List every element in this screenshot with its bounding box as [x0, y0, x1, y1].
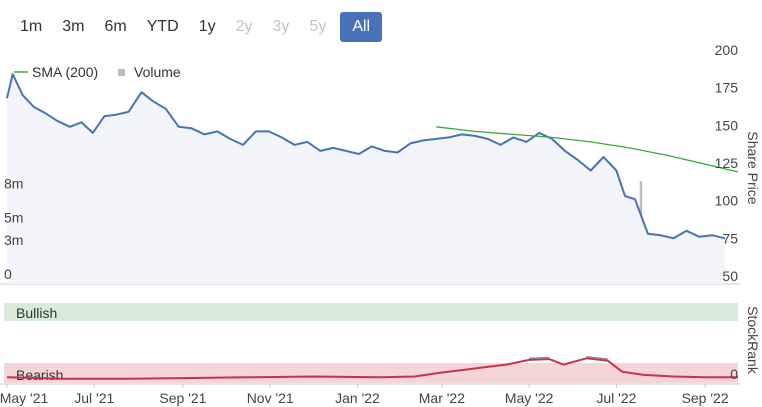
volume-tick-label: 3m	[4, 232, 23, 248]
volume-legend-icon	[118, 69, 125, 76]
stockrank-tick-label: 0	[730, 366, 738, 382]
price-tick-label: 175	[715, 80, 739, 96]
volume-tick-label: 0	[4, 266, 12, 282]
x-tick-label: Sep '22	[682, 390, 729, 406]
bullish-label: Bullish	[16, 305, 57, 321]
x-tick-label: May '21	[0, 390, 49, 406]
price-tick-label: 150	[715, 117, 739, 133]
price-panel	[0, 73, 740, 285]
price-tick-label: 75	[722, 230, 738, 246]
stockrank-axis-title: StockRank	[745, 306, 761, 375]
volume-legend-label: Volume	[134, 64, 181, 80]
price-area-fill	[7, 74, 726, 284]
price-tick-label: 200	[715, 42, 739, 58]
x-tick-label: Mar '22	[419, 390, 465, 406]
x-tick-label: Jul '21	[74, 390, 114, 406]
x-tick-label: Nov '21	[247, 390, 294, 406]
x-tick-label: Jul '22	[596, 390, 636, 406]
x-tick-label: Jan '22	[335, 390, 380, 406]
price-tick-label: 50	[722, 268, 738, 284]
chart-legend: SMA (200) Volume	[14, 64, 181, 80]
bullish-band	[4, 303, 738, 321]
price-axis-title: Share Price	[745, 131, 761, 204]
price-chart-svg: Bullish Bearish 200 175 150 125 100 75 50 8m 5m 3m…	[0, 42, 761, 406]
bearish-label: Bearish	[16, 367, 63, 383]
stockrank-upper-segment	[529, 356, 550, 360]
x-tick-label: May '22	[505, 390, 554, 406]
sma-legend-label: SMA (200)	[32, 64, 98, 80]
volume-tick-label: 8m	[4, 176, 23, 192]
price-tick-label: 100	[715, 193, 739, 209]
price-tick-label: 125	[715, 155, 739, 171]
x-tick-label: Sep '21	[159, 390, 206, 406]
volume-tick-label: 5m	[4, 210, 23, 226]
stockrank-panel: Bullish Bearish	[0, 303, 740, 385]
